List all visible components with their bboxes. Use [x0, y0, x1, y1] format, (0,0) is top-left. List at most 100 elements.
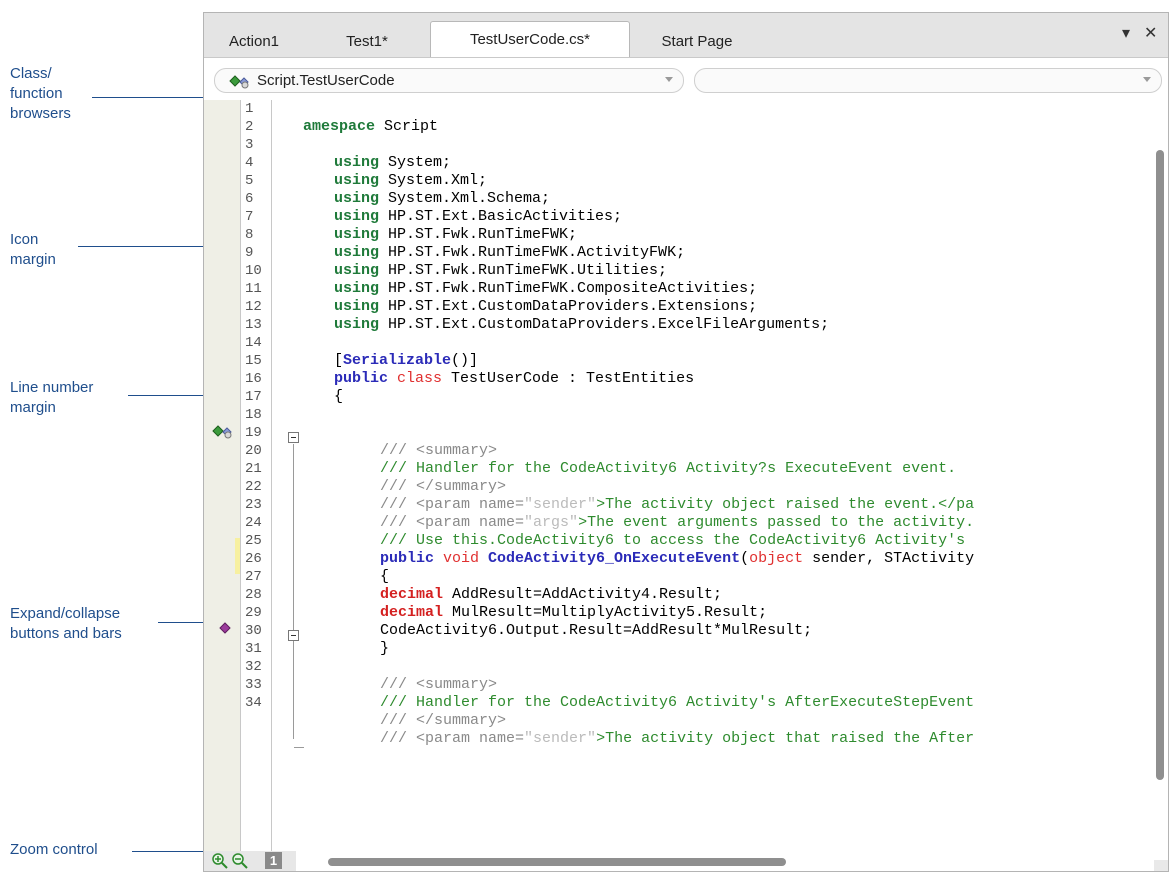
line-number: 14: [245, 335, 262, 351]
outline-bar: [293, 444, 294, 739]
line-number: 21: [245, 461, 262, 477]
code-token: CodeActivity6_OnExecuteEvent: [479, 550, 741, 567]
line-number: 9: [245, 245, 254, 261]
callout-text: browsers: [10, 105, 71, 122]
line-number: 5: [245, 173, 254, 189]
code-token: using: [334, 280, 380, 297]
tab-test1[interactable]: Test1*: [332, 27, 402, 57]
line-number: 10: [245, 263, 262, 279]
code-token: <param name=: [416, 496, 525, 513]
code-token: AddResult=AddActivity4.Result;: [443, 586, 723, 603]
code-token: using: [334, 190, 380, 207]
callout-text: Expand/collapse: [10, 605, 121, 622]
icon-margin[interactable]: [204, 100, 240, 860]
callout-line-number-margin: Line number margin: [10, 378, 93, 418]
code-line: public class TestUserCode : TestEntities: [334, 370, 694, 388]
line-number: 11: [245, 281, 262, 297]
callout-text: Line number: [10, 379, 94, 396]
code-line: using System;: [334, 154, 451, 172]
collapse-button[interactable]: [288, 432, 299, 443]
callout-text: buttons and bars: [10, 625, 122, 642]
code-token: TestUserCode : TestEntities: [442, 370, 695, 387]
line-number: 31: [245, 641, 262, 657]
code-line: /// <summary>: [380, 676, 497, 694]
line-number: 2: [245, 119, 254, 135]
code-line: decimal AddResult=AddActivity4.Result;: [380, 586, 722, 604]
code-token: System.Xml;: [379, 172, 488, 189]
line-number: 4: [245, 155, 254, 171]
zoom-out-icon[interactable]: [232, 853, 248, 869]
code-token: (: [740, 550, 750, 567]
callout-class-function-browsers: Class/ function browsers: [10, 64, 71, 124]
code-line: decimal MulResult=MultiplyActivity5.Resu…: [380, 604, 767, 622]
code-area[interactable]: 1 2 3 4 5 6 7 8 9 10 11 12 13 14 15 16 1…: [204, 100, 1168, 860]
class-marker-icon: [212, 425, 232, 439]
code-line: {: [380, 568, 390, 585]
code-line: using HP.ST.Ext.CustomDataProviders.Exte…: [334, 298, 757, 316]
code-line: public void CodeActivity6_OnExecuteEvent…: [380, 550, 974, 568]
code-line: /// </summary>: [380, 478, 506, 496]
code-line: /// Handler for the CodeActivity6 Activi…: [380, 694, 975, 711]
code-token: </summary>: [416, 478, 507, 495]
tab-start-page[interactable]: Start Page: [642, 27, 752, 57]
line-number: 1: [245, 101, 254, 117]
tab-testusercode[interactable]: TestUserCode.cs*: [430, 21, 630, 58]
tab-action1[interactable]: Action1: [214, 27, 294, 57]
code-token: using: [334, 226, 380, 243]
vertical-scroll-thumb[interactable]: [1156, 150, 1164, 780]
close-icon[interactable]: ✕: [1144, 23, 1157, 43]
line-number: 22: [245, 479, 262, 495]
callout-text: Class/: [10, 65, 52, 82]
function-browser-dropdown[interactable]: [694, 68, 1162, 93]
code-token: using: [334, 298, 380, 315]
code-token: sender, STActivity: [803, 550, 975, 567]
code-token: <param name=: [416, 730, 525, 747]
code-line: using HP.ST.Fwk.RunTimeFWK.ActivityFWK;: [334, 244, 685, 262]
code-token: >The activity object raised the event.</…: [596, 496, 975, 513]
code-token: HP.ST.Fwk.RunTimeFWK;: [379, 226, 578, 243]
code-token: Script: [375, 118, 439, 135]
horizontal-scrollbar[interactable]: [296, 851, 1154, 871]
code-token: Serializable: [343, 352, 452, 369]
vertical-scrollbar[interactable]: [1151, 100, 1168, 840]
code-token: HP.ST.Fwk.RunTimeFWK.CompositeActivities…: [379, 280, 758, 297]
line-number: 15: [245, 353, 262, 369]
code-token: <param name=: [416, 514, 525, 531]
line-number-margin: 1 2 3 4 5 6 7 8 9 10 11 12 13 14 15 16 1…: [240, 100, 272, 860]
code-token: "sender": [524, 730, 597, 747]
class-function-browser-bar: Script.TestUserCode: [204, 57, 1168, 100]
code-editor-window: Action1 Test1* TestUserCode.cs* Start Pa…: [203, 12, 1169, 872]
code-line: using HP.ST.Fwk.RunTimeFWK.Utilities;: [334, 262, 667, 280]
callout-zoom-control: Zoom control: [10, 840, 98, 860]
code-token: using: [334, 172, 380, 189]
code-line: /// Use this.CodeActivity6 to access the…: [380, 532, 966, 549]
code-token: "sender": [524, 496, 597, 513]
collapse-button[interactable]: [288, 630, 299, 641]
document-tab-bar: Action1 Test1* TestUserCode.cs* Start Pa…: [204, 13, 1168, 58]
line-number: 3: [245, 137, 254, 153]
code-token: using: [334, 316, 380, 333]
line-number: 27: [245, 569, 262, 585]
code-line: /// </summary>: [380, 712, 506, 730]
horizontal-scroll-thumb[interactable]: [328, 858, 786, 866]
class-browser-dropdown[interactable]: Script.TestUserCode: [214, 68, 684, 93]
code-line: using System.Xml.Schema;: [334, 190, 550, 208]
code-token: using: [334, 244, 380, 261]
code-line: /// <param name="args">The event argumen…: [380, 514, 974, 532]
callout-icon-margin: Icon margin: [10, 230, 56, 270]
zoom-level[interactable]: 1: [265, 852, 282, 869]
callout-text: Zoom control: [10, 841, 98, 858]
code-token: using: [334, 208, 380, 225]
code-line: /// Handler for the CodeActivity6 Activi…: [380, 460, 957, 477]
code-token: using: [334, 262, 380, 279]
code-token: public: [334, 370, 389, 387]
code-token: [: [334, 352, 344, 369]
method-marker-icon: [219, 622, 231, 634]
code-token: HP.ST.Fwk.RunTimeFWK.ActivityFWK;: [379, 244, 686, 261]
code-line: CodeActivity6.Output.Result=AddResult*Mu…: [380, 622, 813, 639]
zoom-in-icon[interactable]: [212, 853, 228, 869]
callout-expand-collapse: Expand/collapse buttons and bars: [10, 604, 122, 644]
line-number: 23: [245, 497, 262, 513]
code-token: decimal: [380, 604, 444, 621]
pin-dropdown-icon[interactable]: ▾: [1122, 23, 1130, 43]
